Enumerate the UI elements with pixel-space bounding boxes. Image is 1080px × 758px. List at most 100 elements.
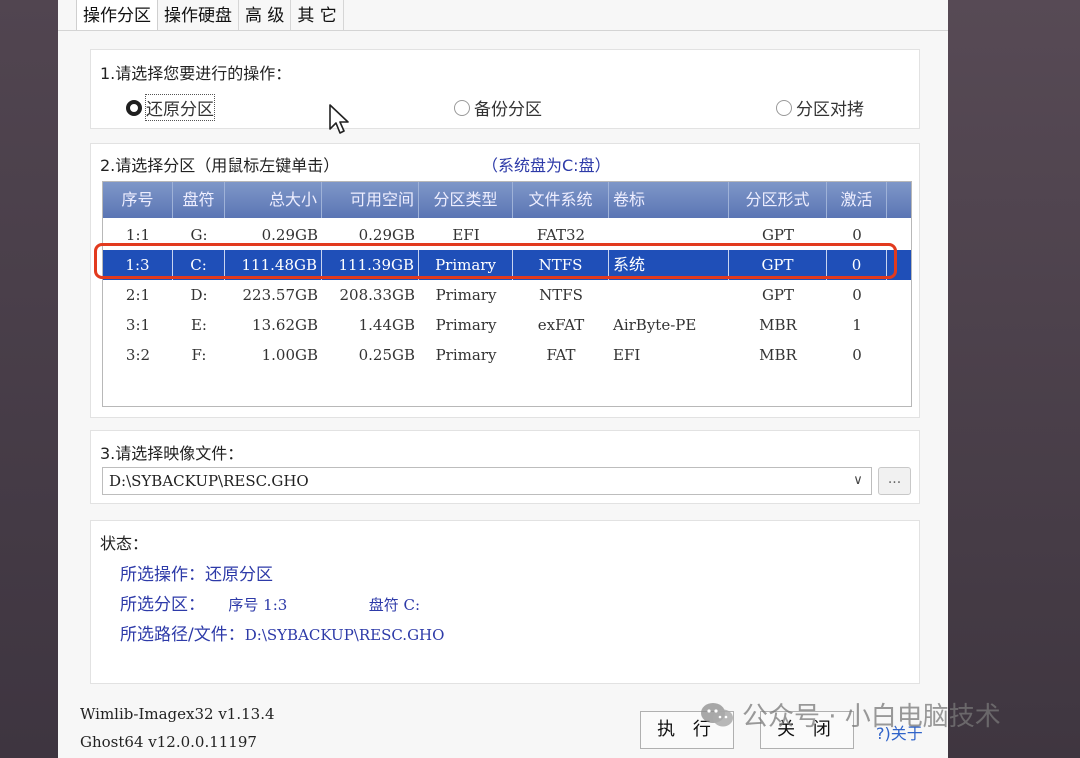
status-path-value: D:\SYBACKUP\RESC.GHO xyxy=(244,626,445,644)
table-row[interactable]: 3:1 E: 13.62GB 1.44GB Primary exFAT AirB… xyxy=(103,310,911,340)
cell-free: 0.25GB xyxy=(358,346,415,364)
cell-fs: FAT xyxy=(546,346,576,364)
image-file-title: 3.请选择映像文件： xyxy=(100,444,244,463)
cell-drive: C: xyxy=(173,250,225,280)
cell-seq: 2:1 xyxy=(125,286,151,304)
cell-free: 0.29GB xyxy=(358,226,415,244)
cell-drive: F: xyxy=(191,346,207,364)
table-header: 序号 盘符 总大小 可用空间 分区类型 文件系统 卷标 分区形式 激活 xyxy=(103,182,911,218)
tab-bar: 操作分区 操作硬盘 高 级 其 它 xyxy=(76,0,344,30)
col-header[interactable]: 激活 xyxy=(827,182,887,218)
radio-restore-partition[interactable]: 还原分区 xyxy=(126,94,215,121)
wimlib-version: Wimlib-Imagex32 v1.13.4 xyxy=(80,705,275,723)
cell-label: 系统 xyxy=(609,250,729,280)
radio-clone-label: 分区对拷 xyxy=(796,100,864,120)
cell-label: AirByte-PE xyxy=(613,316,697,334)
ghost-version: Ghost64 v12.0.0.11197 xyxy=(80,733,257,751)
system-disk-note: （系统盘为C:盘） xyxy=(482,156,611,175)
table-row[interactable]: 3:2 F: 1.00GB 0.25GB Primary FAT EFI MBR… xyxy=(103,340,911,370)
radio-backup-partition[interactable]: 备份分区 xyxy=(454,95,542,120)
cell-fs: NTFS xyxy=(513,250,609,280)
cell-drive: G: xyxy=(190,226,208,244)
cell-fs: FAT32 xyxy=(536,226,586,244)
radio-backup-label: 备份分区 xyxy=(474,100,542,120)
table-row-selected[interactable]: 1:3 C: 111.48GB 111.39GB Primary NTFS 系统… xyxy=(103,250,911,280)
cell-scheme: GPT xyxy=(729,250,827,280)
cell-active: 0 xyxy=(827,250,887,280)
table-row[interactable]: 2:1 D: 223.57GB 208.33GB Primary NTFS GP… xyxy=(103,280,911,310)
partition-table: 序号 盘符 总大小 可用空间 分区类型 文件系统 卷标 分区形式 激活 1:1 … xyxy=(102,181,912,407)
cell-free: 208.33GB xyxy=(339,286,416,304)
tab-operate-partition[interactable]: 操作分区 xyxy=(76,0,158,30)
status-operation-label: 所选操作： xyxy=(120,565,205,585)
status-path: 所选路径/文件：D:\SYBACKUP\RESC.GHO xyxy=(120,620,444,645)
col-header[interactable]: 分区类型 xyxy=(419,182,513,218)
cell-total: 0.29GB xyxy=(261,226,318,244)
cell-scheme: GPT xyxy=(761,286,795,304)
col-header[interactable]: 分区形式 xyxy=(729,182,827,218)
status-partition-drive: 盘符 C: xyxy=(368,596,421,614)
status-operation-value: 还原分区 xyxy=(205,565,273,585)
radio-dot-icon xyxy=(776,99,792,116)
cell-type: Primary xyxy=(435,286,497,304)
col-header[interactable]: 文件系统 xyxy=(513,182,609,218)
tab-operate-disk[interactable]: 操作硬盘 xyxy=(158,0,239,30)
radio-clone-partition[interactable]: 分区对拷 xyxy=(776,95,864,120)
cell-label: EFI xyxy=(613,346,641,364)
cell-active: 0 xyxy=(852,286,862,304)
col-header-spacer xyxy=(887,182,911,218)
status-path-label: 所选路径/文件： xyxy=(120,625,245,645)
cell-type: Primary xyxy=(419,250,513,280)
tab-advanced[interactable]: 高 级 xyxy=(239,0,292,30)
radio-dot-checked-icon xyxy=(126,99,142,116)
cell-active: 0 xyxy=(852,226,862,244)
cell-drive: E: xyxy=(190,316,207,334)
cell-seq: 3:2 xyxy=(125,346,151,364)
col-header[interactable]: 序号 xyxy=(103,182,173,218)
cell-label xyxy=(609,220,729,250)
cell-total: 111.48GB xyxy=(225,250,322,280)
cell-active: 1 xyxy=(852,316,862,334)
cell-active: 0 xyxy=(852,346,862,364)
image-file-value: D:\SYBACKUP\RESC.GHO xyxy=(109,472,309,490)
cell-type: EFI xyxy=(452,226,480,244)
cell-free: 1.44GB xyxy=(358,316,415,334)
cell-type: Primary xyxy=(435,316,497,334)
cell-total: 1.00GB xyxy=(261,346,318,364)
background-right xyxy=(948,0,1080,758)
status-partition: 所选分区： 序号 1:3 盘符 C: xyxy=(120,590,420,615)
status-partition-label: 所选分区： xyxy=(120,595,205,615)
col-header[interactable]: 卷标 xyxy=(609,182,729,218)
cell-scheme: MBR xyxy=(759,316,797,334)
watermark: 公众号 · 小白电脑技术 xyxy=(700,696,1001,733)
cell-seq: 1:3 xyxy=(103,250,173,280)
chevron-down-icon[interactable]: ∨ xyxy=(849,468,867,494)
tab-other[interactable]: 其 它 xyxy=(291,0,344,30)
app-window: 操作分区 操作硬盘 高 级 其 它 1.请选择您要进行的操作： 还原分区 备份分… xyxy=(58,0,948,758)
mouse-cursor-icon xyxy=(329,104,349,134)
cell-fs: exFAT xyxy=(537,316,585,334)
tab-divider xyxy=(58,30,948,31)
cell-label xyxy=(609,280,729,310)
background-left xyxy=(0,0,58,758)
browse-button[interactable]: ... xyxy=(878,467,911,495)
table-row[interactable]: 1:1 G: 0.29GB 0.29GB EFI FAT32 GPT 0 xyxy=(103,220,911,250)
cell-scheme: GPT xyxy=(761,226,795,244)
status-title: 状态： xyxy=(100,534,149,553)
radio-restore-label: 还原分区 xyxy=(145,94,215,121)
cell-type: Primary xyxy=(435,346,497,364)
cell-total: 13.62GB xyxy=(252,316,318,334)
partition-title: 2.请选择分区（用鼠标左键单击） xyxy=(100,156,340,175)
image-file-select[interactable]: D:\SYBACKUP\RESC.GHO ∨ xyxy=(102,467,872,495)
cell-seq: 3:1 xyxy=(125,316,151,334)
col-header[interactable]: 总大小 xyxy=(225,182,322,218)
col-header[interactable]: 可用空间 xyxy=(322,182,419,218)
cell-scheme: MBR xyxy=(759,346,797,364)
cell-fs: NTFS xyxy=(539,286,583,304)
col-header[interactable]: 盘符 xyxy=(173,182,225,218)
operation-title: 1.请选择您要进行的操作： xyxy=(100,64,292,83)
cell-seq: 1:1 xyxy=(125,226,151,244)
cell-free: 111.39GB xyxy=(322,250,419,280)
cell-total: 223.57GB xyxy=(242,286,319,304)
status-operation: 所选操作：还原分区 xyxy=(120,560,273,585)
